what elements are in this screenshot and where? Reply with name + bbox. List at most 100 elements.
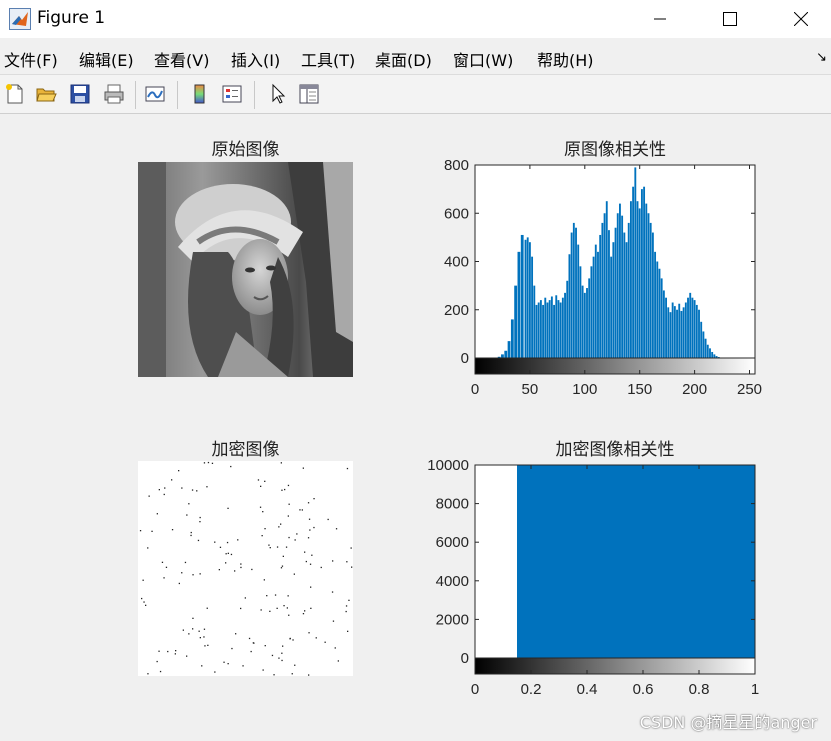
save-button[interactable] xyxy=(67,81,93,107)
chart1-bar xyxy=(564,292,566,358)
encrypted-pixel xyxy=(262,511,264,513)
chart2-xtick-label: 0.4 xyxy=(577,681,598,698)
chart1-bar xyxy=(638,208,641,358)
chart1-bar xyxy=(568,254,571,358)
chart1-bar xyxy=(640,189,643,359)
encrypted-pixel xyxy=(203,628,206,630)
print-button[interactable] xyxy=(101,81,127,107)
chart1-bar xyxy=(526,237,529,359)
minimize-button[interactable] xyxy=(637,0,683,38)
encrypted-pixel xyxy=(188,633,190,635)
chart1-bar xyxy=(691,297,694,358)
menu-view[interactable]: 查看(V) xyxy=(154,47,209,71)
legend-button[interactable] xyxy=(219,81,245,107)
chart1-bar xyxy=(678,303,681,358)
encrypted-pixel xyxy=(251,568,253,571)
encrypted-pixel xyxy=(348,599,350,601)
menu-file[interactable]: 文件(F) xyxy=(4,47,58,71)
encrypted-pixel xyxy=(240,566,242,569)
chart2-grayscale-colorbar xyxy=(475,658,755,674)
encrypted-pixel xyxy=(264,645,266,647)
encrypted-pixel xyxy=(320,566,322,569)
chart1-bar xyxy=(665,297,667,358)
dock-arrow-icon[interactable]: ↘ xyxy=(816,50,827,65)
chart1-bar xyxy=(557,300,560,358)
encrypted-pixel xyxy=(286,607,288,609)
encrypted-pixel xyxy=(225,553,227,555)
encrypted-pixel xyxy=(151,530,153,532)
encrypted-pixel xyxy=(308,632,310,634)
encrypted-pixel xyxy=(167,650,169,653)
pointer-button[interactable] xyxy=(264,81,290,107)
property-inspector-icon xyxy=(299,84,319,104)
open-file-button[interactable] xyxy=(33,81,59,107)
chart2-ytick-label: 8000 xyxy=(436,496,469,513)
chart1-bar xyxy=(713,354,716,358)
chart1-xtick-label: 150 xyxy=(627,381,652,398)
encrypted-pixel xyxy=(268,544,270,546)
encrypted-pixel xyxy=(145,604,147,606)
chart1-bar xyxy=(711,351,714,358)
new-figure-button[interactable] xyxy=(2,81,28,107)
encrypted-pixel xyxy=(199,521,201,523)
chart2-ytick-label: 4000 xyxy=(436,573,469,590)
encrypted-pixel xyxy=(225,562,227,564)
chart1-bar xyxy=(577,244,580,358)
minimize-icon xyxy=(654,18,666,20)
encrypted-pixel xyxy=(214,671,216,673)
menu-desktop[interactable]: 桌面(D) xyxy=(375,47,432,71)
property-inspector-button[interactable] xyxy=(296,81,322,107)
chart1-bar xyxy=(583,292,586,358)
chart1-bar xyxy=(537,302,540,358)
chart1-bar xyxy=(684,302,687,358)
toolbar-separator xyxy=(135,81,136,109)
encrypted-pixel xyxy=(350,547,352,549)
original-image xyxy=(138,162,353,377)
encrypted-pixel xyxy=(147,547,149,549)
chart1-bar xyxy=(590,266,593,358)
chart1-ytick-label: 0 xyxy=(461,350,469,367)
menu-tools[interactable]: 工具(T) xyxy=(301,47,355,71)
toolbar-separator xyxy=(254,81,255,109)
chart1-bar xyxy=(647,213,650,358)
chart1-bar xyxy=(542,304,545,358)
menu-window[interactable]: 窗口(W) xyxy=(453,47,513,71)
encrypted-pixel xyxy=(198,630,200,632)
close-button[interactable] xyxy=(778,0,824,38)
chart1-bar xyxy=(614,227,617,358)
print-icon xyxy=(104,84,124,104)
menu-insert[interactable]: 插入(I) xyxy=(231,47,280,71)
encrypted-pixel xyxy=(199,516,201,519)
chart1-bar xyxy=(619,203,621,358)
chart1-bar xyxy=(709,348,711,358)
original-image-title: 原始图像 xyxy=(211,140,280,160)
encrypted-pixel xyxy=(294,664,296,666)
encrypted-pixel xyxy=(305,560,307,563)
chart1-bar xyxy=(553,304,555,358)
colorbar-button[interactable] xyxy=(186,81,212,107)
chart1-bar xyxy=(689,292,692,358)
encrypted-pixel xyxy=(156,660,158,663)
chart2-xtick-label: 0.8 xyxy=(689,681,710,698)
chart1-bar xyxy=(601,222,604,358)
chart1-bar xyxy=(621,215,624,358)
chart1-bar xyxy=(612,242,615,358)
encrypted-pixel xyxy=(156,513,158,515)
encrypted-pixel xyxy=(165,566,168,568)
encrypted-pixel xyxy=(158,650,160,652)
encrypted-pixel xyxy=(171,529,174,531)
chart1-bar xyxy=(680,310,683,358)
encrypted-pixel xyxy=(259,506,262,508)
menu-help[interactable]: 帮助(H) xyxy=(537,47,594,71)
chart1-bar xyxy=(588,278,591,358)
chart2-xtick-label: 0.6 xyxy=(633,681,654,698)
link-plot-button[interactable] xyxy=(142,81,168,107)
chart1-ytick-label: 800 xyxy=(444,157,469,174)
chart1-bar xyxy=(634,167,637,358)
chart1-bar xyxy=(507,341,511,358)
encrypted-pixel xyxy=(207,644,209,646)
maximize-button[interactable] xyxy=(707,0,753,38)
encrypted-pixel xyxy=(278,526,280,528)
encrypted-pixel xyxy=(337,660,339,662)
menu-edit[interactable]: 编辑(E) xyxy=(79,47,134,71)
